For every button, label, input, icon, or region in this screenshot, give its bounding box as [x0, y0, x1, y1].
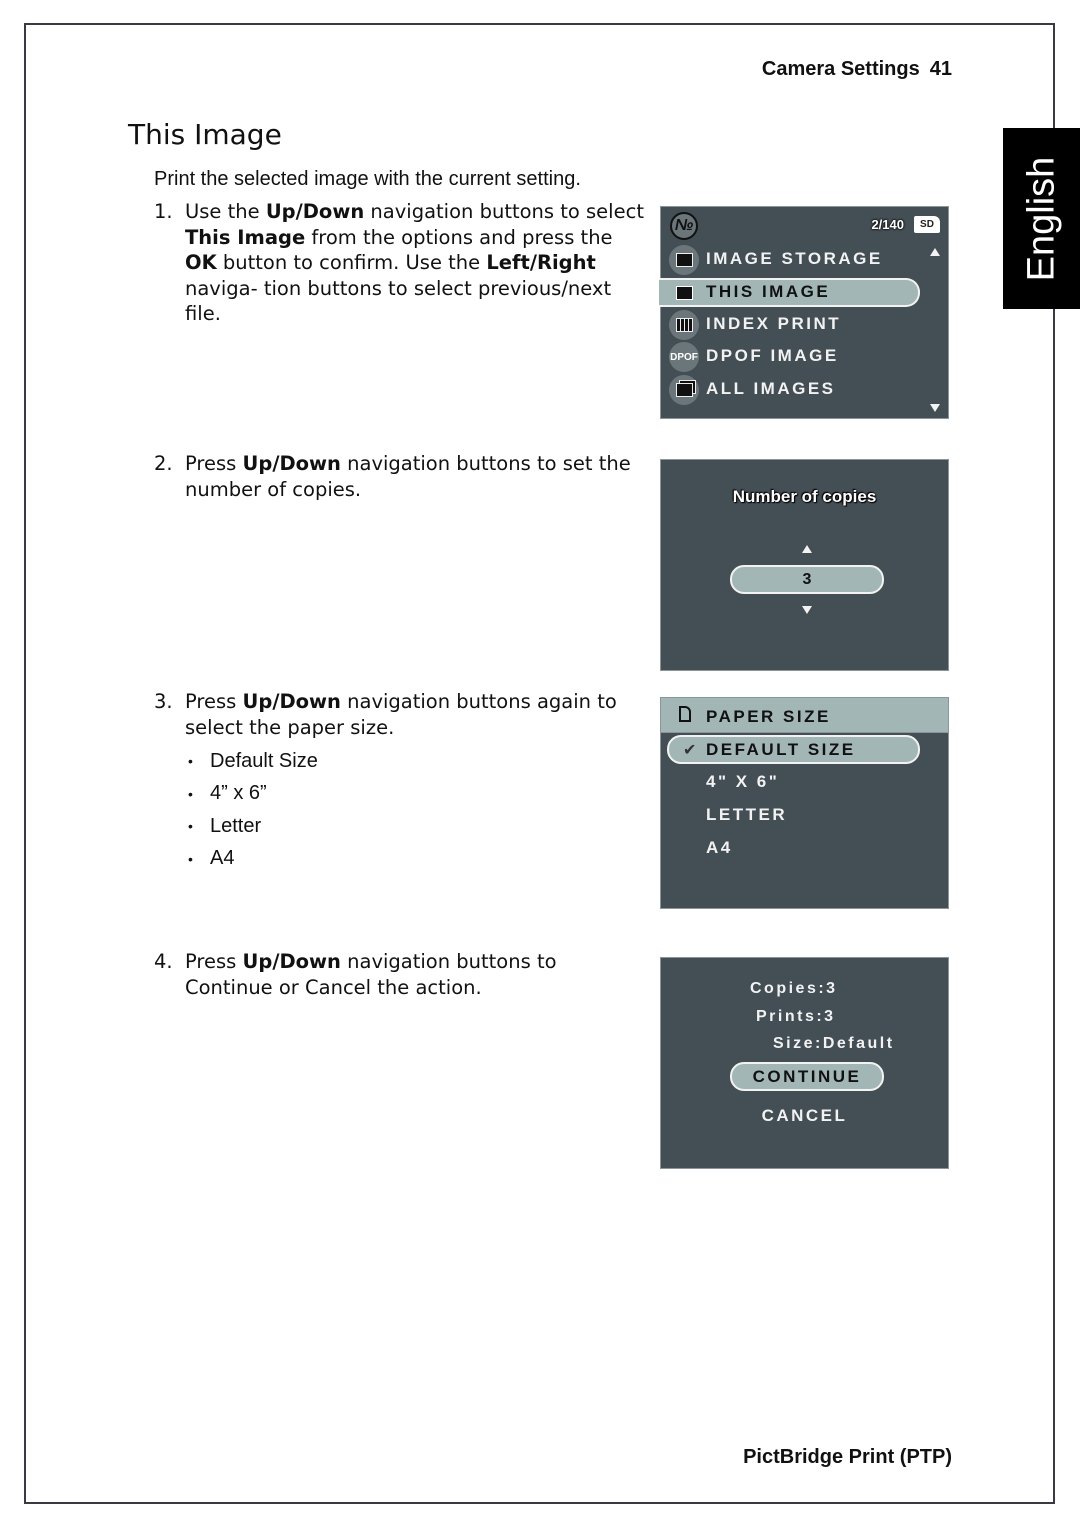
- step-number: 1.: [154, 200, 173, 223]
- paper-icon: [679, 706, 691, 722]
- text-run: Press: [185, 452, 243, 475]
- step-number: 4.: [154, 950, 173, 973]
- step-text: Use the Up/Down navigation buttons to se…: [185, 199, 649, 327]
- lcd-print-menu: № 2/140 SD IMAGE STORAGE THIS IMAGE INDE…: [659, 206, 949, 419]
- prints-summary: Prints:3: [756, 1008, 836, 1025]
- step-number: 2.: [154, 452, 173, 475]
- pictbridge-icon: №: [670, 212, 698, 240]
- section-title: Camera Settings: [761, 58, 920, 80]
- all-images-icon: [669, 375, 699, 405]
- page-footer: PictBridge Print (PTP): [743, 1446, 952, 1468]
- image-icon: [669, 278, 699, 308]
- emphasis: OK: [185, 251, 217, 274]
- paper-size-header: PAPER SIZE: [661, 698, 948, 733]
- step-text: Press Up/Down navigation buttons to set …: [185, 451, 649, 502]
- continue-button[interactable]: CONTINUE: [730, 1062, 884, 1091]
- size-summary: Size:Default: [773, 1035, 895, 1052]
- dpof-icon: DPOF: [669, 342, 699, 372]
- menu-item-all-images[interactable]: ALL IMAGES: [706, 375, 836, 403]
- language-tab: English: [1003, 128, 1080, 309]
- list-item: • 4” x 6”: [188, 782, 267, 805]
- page-number: 41: [929, 58, 952, 80]
- step-3: 3. Press Up/Down navigation buttons agai…: [154, 689, 649, 740]
- emphasis: This Image: [185, 225, 306, 249]
- step-1: 1. Use the Up/Down navigation buttons to…: [154, 199, 649, 327]
- menu-item-dpof-image[interactable]: DPOF IMAGE: [706, 342, 839, 370]
- text-run: Press: [185, 690, 243, 713]
- copies-summary: Copies:3: [750, 980, 838, 997]
- lcd-confirm: Copies:3 Prints:3 Size:Default CONTINUE …: [660, 957, 949, 1169]
- step-4: 4. Press Up/Down navigation buttons to C…: [154, 949, 649, 1000]
- step-text: Press Up/Down navigation buttons to Cont…: [185, 949, 649, 1000]
- lcd-paper-size: PAPER SIZE ✔ DEFAULT SIZE 4" X 6" LETTER…: [660, 697, 949, 909]
- image-counter: 2/140: [871, 217, 904, 232]
- text-run: from the options and press the: [305, 225, 613, 249]
- copies-title: Number of copies: [732, 487, 877, 506]
- check-icon: ✔: [683, 742, 697, 759]
- list-item: • A4: [188, 847, 235, 870]
- copies-value[interactable]: 3: [730, 565, 884, 594]
- option-letter[interactable]: LETTER: [706, 801, 787, 829]
- list-item: • Default Size: [188, 749, 318, 772]
- option-4x6[interactable]: 4" X 6": [706, 768, 779, 796]
- camera-storage-icon: [669, 245, 699, 275]
- increment-icon[interactable]: [802, 545, 812, 553]
- paper-size-list: • Default Size • 4” x 6” • Letter • A4: [188, 745, 318, 875]
- option-default-size[interactable]: DEFAULT SIZE: [706, 736, 856, 764]
- text-run: navigation buttons to select: [364, 200, 644, 223]
- cancel-button[interactable]: CANCEL: [661, 1102, 948, 1130]
- sd-card-icon: SD: [914, 216, 940, 233]
- text-run: Press: [185, 950, 243, 973]
- menu-item-index-print[interactable]: INDEX PRINT: [706, 310, 841, 338]
- text-run: Use the: [185, 200, 266, 223]
- emphasis: Up/Down: [242, 452, 341, 475]
- decrement-icon[interactable]: [802, 606, 812, 614]
- option-a4[interactable]: A4: [706, 834, 733, 862]
- step-2: 2. Press Up/Down navigation buttons to s…: [154, 451, 649, 502]
- paper-size-title: PAPER SIZE: [706, 707, 831, 726]
- emphasis: Left/Right: [486, 251, 596, 274]
- scroll-down-icon[interactable]: [930, 404, 940, 412]
- intro-text: Print the selected image with the curren…: [154, 168, 581, 190]
- scroll-up-icon[interactable]: [930, 248, 940, 256]
- step-text: Press Up/Down navigation buttons again t…: [185, 689, 649, 740]
- menu-item-this-image[interactable]: THIS IMAGE: [706, 278, 830, 306]
- emphasis: Up/Down: [242, 690, 341, 713]
- emphasis: Up/Down: [265, 200, 365, 223]
- lcd-copies: Number of copies 3: [660, 459, 949, 671]
- emphasis: Up/Down: [242, 950, 341, 973]
- language-label: English: [1020, 156, 1062, 281]
- step-number: 3.: [154, 690, 173, 713]
- list-item: • Letter: [188, 814, 262, 837]
- menu-item-image-storage[interactable]: IMAGE STORAGE: [706, 245, 883, 273]
- text-run: naviga- tion buttons to select previous/…: [185, 276, 612, 326]
- page-title: This Image: [128, 118, 282, 151]
- index-grid-icon: [669, 310, 699, 340]
- page-header: Camera Settings 41: [762, 58, 952, 81]
- text-run: button to confirm. Use the: [216, 251, 487, 274]
